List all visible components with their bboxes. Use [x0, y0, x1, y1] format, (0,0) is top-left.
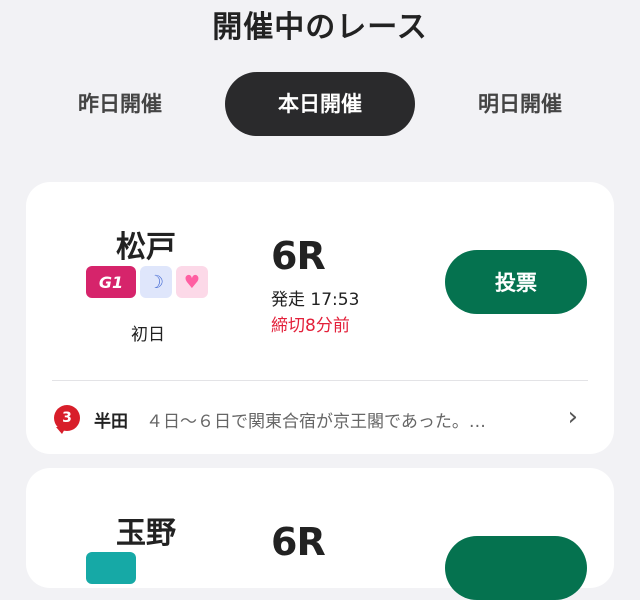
- news-author: 半田: [94, 412, 128, 432]
- page-title: 開催中のレース: [212, 10, 428, 45]
- start-time: 発走 17:53: [271, 290, 360, 310]
- grade-badge: [86, 552, 136, 584]
- vote-button[interactable]: [445, 536, 587, 600]
- tab-today[interactable]: 本日開催: [225, 72, 415, 136]
- race-number: 6R: [271, 234, 326, 278]
- race-card[interactable]: 松戸 G1 ☽ ♥ 初日 6R 発走 17:53 締切8分前 投票 3 半田 ４…: [26, 182, 614, 454]
- race-card[interactable]: 玉野 6R: [26, 468, 614, 600]
- venue-name: 玉野: [116, 516, 176, 551]
- heart-icon: ♥: [176, 266, 208, 298]
- race-badges: G1 ☽ ♥: [86, 266, 208, 298]
- race-day: 初日: [131, 325, 165, 345]
- news-text: ４日〜６日で関東合宿が京王閣であった。…: [146, 412, 486, 432]
- comment-count-badge: 3: [54, 405, 80, 434]
- card-divider: [52, 380, 588, 381]
- venue-name: 松戸: [116, 230, 176, 265]
- deadline-text: 締切8分前: [271, 316, 350, 336]
- news-row[interactable]: 3 半田 ４日〜６日で関東合宿が京王閣であった。… ›: [52, 400, 588, 436]
- tab-yesterday[interactable]: 昨日開催: [50, 72, 190, 136]
- night-icon: ☽: [140, 266, 172, 298]
- grade-badge: G1: [86, 266, 136, 298]
- vote-button[interactable]: 投票: [445, 250, 587, 314]
- tab-tomorrow[interactable]: 明日開催: [450, 72, 590, 136]
- chevron-right-icon: ›: [567, 402, 578, 432]
- race-number: 6R: [271, 520, 326, 564]
- day-tabs: 昨日開催 本日開催 明日開催: [0, 72, 640, 136]
